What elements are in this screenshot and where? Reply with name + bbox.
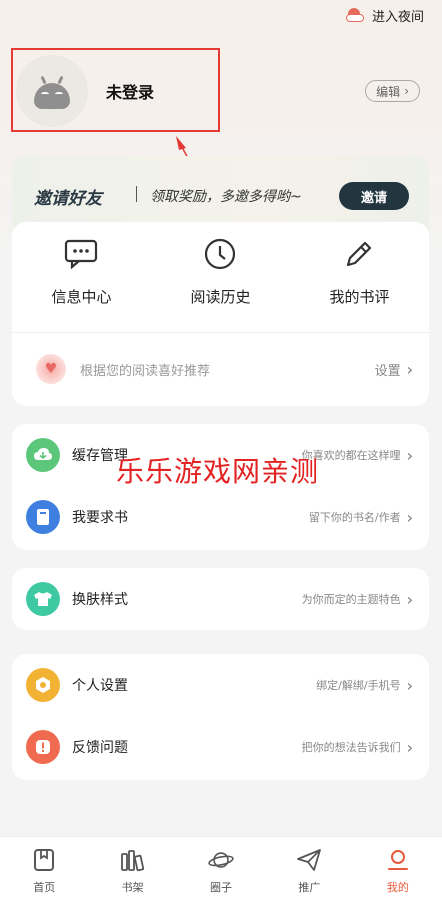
quick-action-my-reviews[interactable]: 我的书评 bbox=[290, 236, 429, 307]
alert-icon bbox=[26, 730, 60, 764]
chevron-right-icon: › bbox=[406, 675, 413, 695]
clock-icon bbox=[202, 236, 238, 272]
settings-icon bbox=[26, 668, 60, 702]
chevron-right-icon: › bbox=[406, 445, 413, 465]
divider bbox=[12, 332, 429, 333]
night-mode-label: 进入夜间 bbox=[371, 9, 424, 25]
menu-item-label: 我要求书 bbox=[72, 510, 128, 526]
quick-actions-card: 信息中心 阅读历史 我的书评 ♥ 根据您的阅读喜好推荐 设置 › bbox=[12, 222, 429, 406]
pencil-icon bbox=[341, 236, 377, 272]
invite-divider bbox=[136, 186, 137, 202]
menu-item-skin-style[interactable]: 换肤样式 为你而定的主题特色 › bbox=[12, 568, 429, 630]
shirt-icon bbox=[26, 582, 60, 616]
paper-plane-icon bbox=[296, 847, 322, 873]
tab-label: 我的 bbox=[386, 881, 409, 894]
tab-label: 圈子 bbox=[210, 881, 233, 894]
chevron-right-icon: › bbox=[406, 737, 413, 757]
bottom-tab-bar: 首页 书架 圈子 推广 我的 bbox=[0, 836, 442, 900]
menu-item-label: 反馈问题 bbox=[72, 740, 128, 756]
menu-item-label: 个人设置 bbox=[72, 678, 128, 694]
chevron-right-icon: › bbox=[406, 589, 413, 609]
invite-banner[interactable]: 邀请好友 领取奖励，多邀多得哟~ 邀请 bbox=[12, 156, 429, 228]
menu-card-theme: 换肤样式 为你而定的主题特色 › bbox=[12, 568, 429, 630]
invite-title: 邀请好友 bbox=[34, 189, 102, 209]
invite-button[interactable]: 邀请 bbox=[339, 182, 409, 210]
chevron-right-icon: › bbox=[406, 507, 413, 527]
menu-item-hint: 把你的想法告诉我们 › bbox=[301, 737, 413, 757]
tab-bookshelf[interactable]: 书架 bbox=[88, 837, 176, 900]
tab-label: 推广 bbox=[298, 881, 321, 894]
planet-icon bbox=[208, 847, 234, 873]
heart-icon: ♥ bbox=[36, 354, 66, 384]
tab-home[interactable]: 首页 bbox=[0, 837, 88, 900]
night-mode-toggle[interactable]: 进入夜间 bbox=[322, 0, 442, 30]
recommend-settings-link[interactable]: 设置 › bbox=[375, 360, 413, 379]
invite-subtitle: 领取奖励，多邀多得哟~ bbox=[150, 189, 302, 205]
tab-label: 书架 bbox=[121, 881, 144, 894]
tab-label: 首页 bbox=[33, 881, 56, 894]
menu-item-feedback[interactable]: 反馈问题 把你的想法告诉我们 › bbox=[12, 716, 429, 778]
bookshelf-icon bbox=[120, 847, 146, 873]
recommend-row[interactable]: ♥ 根据您的阅读喜好推荐 设置 › bbox=[12, 346, 429, 392]
quick-action-label: 阅读历史 bbox=[190, 288, 251, 306]
menu-item-hint: 留下你的书名/作者 › bbox=[308, 507, 413, 527]
tab-mine[interactable]: 我的 bbox=[354, 837, 442, 900]
menu-item-label: 换肤样式 bbox=[72, 592, 128, 608]
message-icon bbox=[63, 236, 99, 272]
edit-label: 编辑 bbox=[376, 84, 401, 99]
home-book-icon bbox=[31, 847, 57, 873]
book-icon bbox=[26, 500, 60, 534]
edit-profile-button[interactable]: 编辑 › bbox=[365, 80, 420, 102]
chevron-right-icon: › bbox=[404, 84, 409, 98]
tab-circle[interactable]: 圈子 bbox=[177, 837, 265, 900]
quick-action-label: 我的书评 bbox=[329, 288, 390, 306]
quick-action-reading-history[interactable]: 阅读历史 bbox=[151, 236, 290, 307]
tab-promotion[interactable]: 推广 bbox=[265, 837, 353, 900]
chevron-right-icon: › bbox=[406, 360, 413, 379]
download-cloud-icon bbox=[26, 438, 60, 472]
menu-item-hint: 为你而定的主题特色 › bbox=[301, 589, 413, 609]
menu-item-request-book[interactable]: 我要求书 留下你的书名/作者 › bbox=[12, 486, 429, 548]
watermark-text: 乐乐游戏网亲测 bbox=[116, 455, 320, 488]
user-icon bbox=[385, 847, 411, 873]
quick-action-message-center[interactable]: 信息中心 bbox=[12, 236, 151, 307]
annotation-highlight-box bbox=[11, 48, 220, 132]
recommend-text: 根据您的阅读喜好推荐 bbox=[80, 363, 211, 379]
quick-action-label: 信息中心 bbox=[51, 288, 112, 306]
menu-item-personal-settings[interactable]: 个人设置 绑定/解绑/手机号 › bbox=[12, 654, 429, 716]
recommend-settings-label: 设置 bbox=[374, 364, 401, 379]
sun-cloud-icon bbox=[345, 8, 364, 22]
menu-card-account: 个人设置 绑定/解绑/手机号 › 反馈问题 把你的想法告诉我们 › bbox=[12, 654, 429, 780]
menu-item-hint: 绑定/解绑/手机号 › bbox=[316, 675, 413, 695]
